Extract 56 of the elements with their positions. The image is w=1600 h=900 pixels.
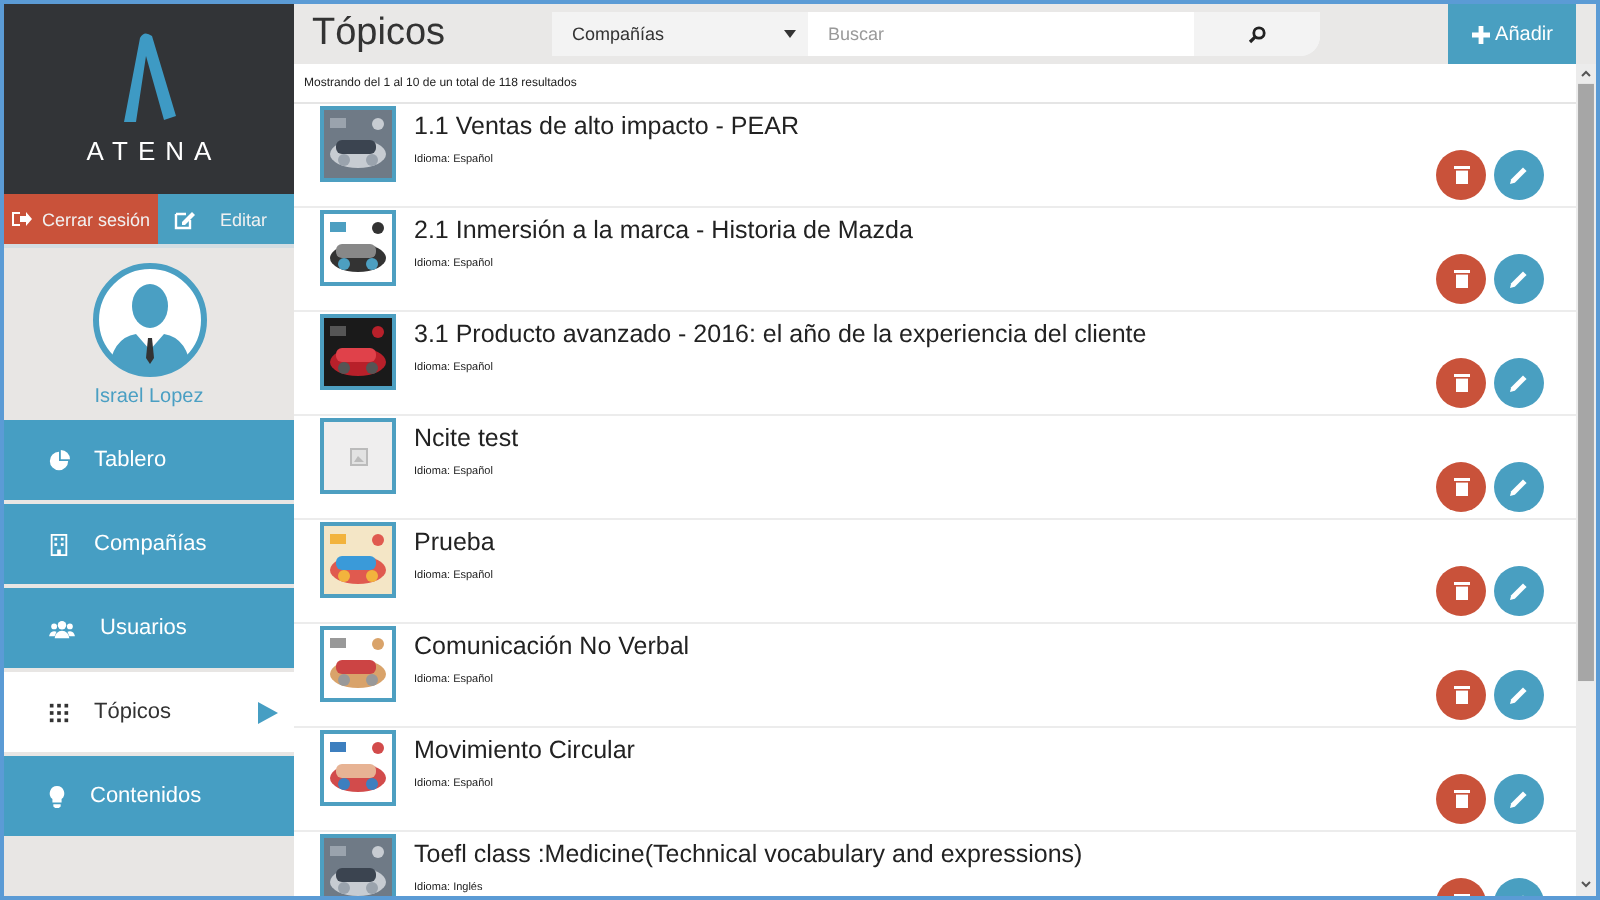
topic-title[interactable]: Toefl class :Medicine(Technical vocabulary and expressions) [414, 840, 1436, 868]
logout-button[interactable]: Cerrar sesión [4, 194, 159, 244]
trash-icon [1453, 686, 1469, 704]
plus-icon [1471, 25, 1490, 43]
edit-button[interactable] [1494, 566, 1544, 616]
logo-icon [119, 32, 179, 124]
pencil-icon [1510, 374, 1528, 392]
edit-button[interactable] [1494, 670, 1544, 720]
topic-title[interactable]: Prueba [414, 528, 1436, 556]
pencil-icon [1510, 478, 1528, 496]
trash-icon [1453, 374, 1469, 392]
trash-icon [1453, 270, 1469, 288]
delete-button[interactable] [1436, 358, 1486, 408]
caret-icon [784, 30, 796, 38]
search-field[interactable]: Buscar [808, 12, 1194, 56]
edit-button[interactable] [1494, 774, 1544, 824]
trash-icon [1453, 166, 1469, 184]
caret-icon [258, 701, 278, 723]
edit-icon [174, 209, 197, 229]
pie-chart-icon [48, 449, 70, 471]
users-icon [48, 617, 76, 639]
pencil-icon [1510, 790, 1528, 808]
lightbulb-icon [48, 785, 66, 807]
trash-icon [1453, 478, 1469, 496]
user-name: Israel Lopez [94, 385, 204, 407]
pencil-icon [1510, 686, 1528, 704]
delete-button[interactable] [1436, 150, 1486, 200]
topic-title[interactable]: Movimiento Circular [414, 736, 1436, 764]
topic-title[interactable]: Ncite test [414, 424, 1436, 452]
logout-icon [12, 210, 32, 228]
topic-title[interactable]: 1.1 Ventas de alto impacto - PEAR [414, 112, 1436, 140]
delete-button[interactable] [1436, 566, 1486, 616]
delete-button[interactable] [1436, 254, 1486, 304]
trash-icon [1453, 790, 1469, 808]
grid-icon [48, 701, 70, 723]
topic-title[interactable]: 2.1 Inmersión a la marca - Historia de Mazda [414, 216, 1436, 244]
edit-button[interactable] [1494, 150, 1544, 200]
edit-button[interactable] [1494, 254, 1544, 304]
brand-name: ATENA [84, 136, 222, 166]
topic-title[interactable]: Comunicación No Verbal [414, 632, 1436, 660]
delete-button[interactable] [1436, 774, 1486, 824]
topic-title[interactable]: 3.1 Producto avanzado - 2016: el año de la experiencia del cliente [414, 320, 1436, 348]
edit-button[interactable] [1494, 358, 1544, 408]
nav-item[interactable]: Tópicos [4, 672, 294, 752]
pencil-icon [1510, 270, 1528, 288]
pencil-icon [1510, 166, 1528, 184]
pencil-icon [1510, 582, 1528, 600]
edit-button[interactable] [1494, 462, 1544, 512]
search-icon [1248, 25, 1266, 43]
page-title: Tópicos [310, 12, 448, 56]
image-placeholder-icon [349, 447, 367, 465]
avatar-icon [91, 261, 207, 377]
delete-button[interactable] [1436, 462, 1486, 512]
trash-icon [1453, 582, 1469, 600]
delete-button[interactable] [1436, 670, 1486, 720]
building-icon [48, 533, 70, 555]
